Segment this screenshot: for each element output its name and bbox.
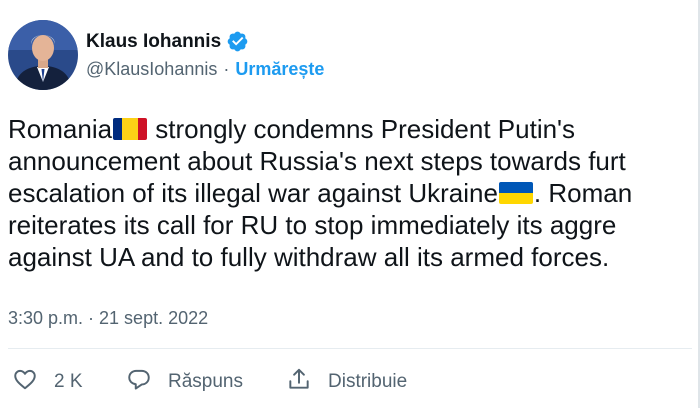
- separator-dot: ·: [223, 58, 230, 79]
- share-label: Distribuie: [328, 371, 408, 392]
- tweet-card: Klaus Iohannis @KlausIohannis · Urmăreșt…: [0, 0, 700, 408]
- tweet-line: against UA and to fully withdraw all its…: [8, 241, 700, 273]
- tweet-header: Klaus Iohannis @KlausIohannis · Urmăreșt…: [8, 20, 324, 90]
- like-button[interactable]: 2 K: [12, 366, 126, 398]
- tweet-text-segment: reiterates its call for RU to stop immed…: [8, 210, 617, 240]
- user-meta: Klaus Iohannis @KlausIohannis · Urmăreșt…: [86, 29, 324, 80]
- tweet-text-segment: strongly condemns President Putin's: [148, 114, 576, 144]
- tweet-line: escalation of its illegal war against Uk…: [8, 177, 700, 209]
- share-button[interactable]: Distribuie: [286, 366, 407, 398]
- name-row: Klaus Iohannis: [86, 29, 324, 55]
- tweet-line: announcement about Russia's next steps t…: [8, 145, 700, 177]
- romania-flag-icon: [113, 116, 148, 148]
- handle-row: @KlausIohannis · Urmărește: [86, 59, 324, 80]
- like-count: 2 K: [54, 371, 83, 392]
- display-name[interactable]: Klaus Iohannis: [86, 31, 221, 53]
- tweet-text: Romania strongly condemns President Puti…: [8, 113, 700, 273]
- tweet-line: reiterates its call for RU to stop immed…: [8, 209, 700, 241]
- reply-label: Răspuns: [168, 371, 243, 392]
- tweet-timestamp[interactable]: 3:30 p.m. · 21 sept. 2022: [8, 308, 208, 329]
- speech-bubble-icon: [126, 366, 152, 398]
- tweet-text-segment: escalation of its illegal war against Uk…: [8, 178, 498, 208]
- avatar[interactable]: [8, 20, 78, 90]
- ukraine-flag-icon: [498, 180, 533, 212]
- tweet-text-segment: Romania: [8, 114, 113, 144]
- heart-icon: [12, 366, 38, 398]
- follow-button[interactable]: Urmărește: [235, 59, 324, 80]
- user-handle[interactable]: @KlausIohannis: [86, 59, 217, 80]
- verified-badge-icon: [226, 30, 249, 53]
- tweet-text-segment: . Roman: [533, 178, 633, 208]
- action-bar: 2 K Răspuns Distribuie: [12, 366, 407, 398]
- tweet-text-segment: against UA and to fully withdraw all its…: [8, 242, 610, 272]
- tweet-text-segment: announcement about Russia's next steps t…: [8, 146, 626, 176]
- divider: [8, 348, 692, 349]
- tweet-line: Romania strongly condemns President Puti…: [8, 113, 700, 145]
- share-icon: [286, 366, 312, 398]
- reply-button[interactable]: Răspuns: [126, 366, 286, 398]
